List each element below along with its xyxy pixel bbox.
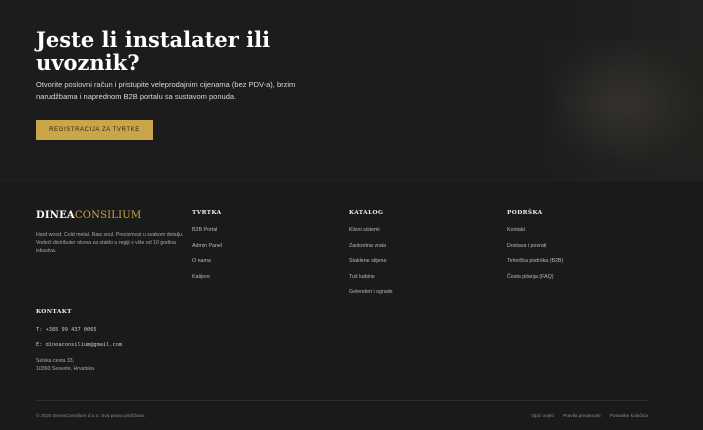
footer-logo[interactable]: DINEACONSILIUM — [36, 210, 141, 221]
footer-link-careers[interactable]: Katijere — [192, 274, 222, 281]
footer-column-title-catalog: KATALOG — [349, 210, 384, 216]
footer-column-title-contact: KONTAKT — [36, 309, 72, 315]
logo-text-dinea: DINEA — [36, 210, 75, 221]
footer-links-support: Kontakt Dostava i povrati Tehnička podrš… — [507, 227, 563, 289]
register-company-button[interactable]: Registracija za tvrtke — [36, 120, 153, 140]
copyright-text: © 2026 DineaConsilium d.o.o. Sva prava p… — [36, 414, 146, 419]
logo-text-consilium: CONSILIUM — [74, 210, 142, 221]
footer-link-about[interactable]: O nama — [192, 258, 222, 265]
footer-link-admin-panel[interactable]: Admin Panel — [192, 243, 222, 250]
footer-link-sliding-systems[interactable]: Klizni sistemi — [349, 227, 393, 234]
site-footer: DINEACONSILIUM Hard wood. Cold metal. Ra… — [0, 180, 703, 430]
legal-link-terms[interactable]: Opći uvjeti — [531, 414, 553, 419]
contact-address: Selska cesta 33, 10360 Sesvete, Hrvatska — [36, 357, 186, 373]
footer-link-swing-doors[interactable]: Zaokretna vrata — [349, 243, 393, 250]
b2b-hero-section: Jeste li instalater ili uvoznik? Otvorit… — [0, 0, 703, 180]
hero-background-image — [543, 40, 703, 180]
footer-link-shower-cabins[interactable]: Tuš kabine — [349, 274, 393, 281]
footer-divider — [36, 400, 648, 401]
footer-column-title-company: TVRTKA — [192, 210, 222, 216]
footer-link-contact[interactable]: Kontakt — [507, 227, 563, 234]
footer-link-b2b-portal[interactable]: B2B Portal — [192, 227, 222, 234]
footer-link-tech-support[interactable]: Tehnička podrška (B2B) — [507, 258, 563, 265]
footer-links-company: B2B Portal Admin Panel O nama Katijere — [192, 227, 222, 289]
footer-links-catalog: Klizni sistemi Zaokretna vrata Staklene … — [349, 227, 393, 305]
footer-link-shipping-returns[interactable]: Dostava i povrati — [507, 243, 563, 250]
address-city: 10360 Sesvete, Hrvatska — [36, 366, 94, 372]
legal-links: Opći uvjeti Pravila privatnosti Postavke… — [531, 414, 648, 419]
contact-email[interactable]: E: dineaconsilium@gmail.com — [36, 342, 122, 348]
legal-link-privacy[interactable]: Pravila privatnosti — [563, 414, 601, 419]
brand-description: Hard wood. Cold metal. Raw soul. Precizm… — [36, 232, 184, 254]
footer-column-title-support: PODRŠKA — [507, 210, 543, 216]
legal-link-cookies[interactable]: Postavke kolačića — [610, 414, 648, 419]
footer-link-glass-walls[interactable]: Staklene stijene — [349, 258, 393, 265]
hero-description: Otvorite poslovni račun i pristupite vel… — [36, 80, 296, 101]
footer-link-faq[interactable]: Česta pitanja (FAQ) — [507, 274, 563, 281]
footer-link-railings[interactable]: Gelenderi i ograde — [349, 289, 393, 296]
contact-phone[interactable]: T: +385 99 437 0065 — [36, 327, 97, 333]
address-street: Selska cesta 33, — [36, 358, 75, 364]
hero-title: Jeste li instalater ili uvoznik? — [36, 27, 271, 75]
